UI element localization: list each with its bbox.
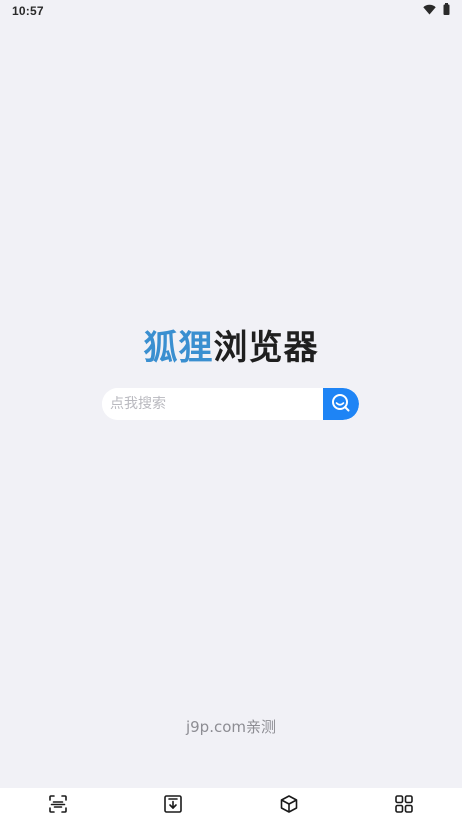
logo-accent-text: 狐狸	[143, 328, 214, 368]
wifi-icon	[423, 2, 436, 20]
download-icon	[163, 794, 183, 817]
scan-button[interactable]	[0, 788, 116, 823]
status-icons	[423, 2, 450, 20]
grid-icon	[394, 794, 414, 817]
battery-icon	[443, 2, 450, 20]
search-bar	[102, 388, 359, 420]
search-icon	[330, 392, 352, 417]
cube-icon	[279, 794, 299, 817]
search-button[interactable]	[323, 388, 359, 420]
status-time: 10:57	[12, 4, 44, 18]
watermark-text: j9p.com亲测	[185, 718, 277, 736]
search-input[interactable]	[102, 388, 323, 420]
download-button[interactable]	[116, 788, 232, 823]
apps-grid-button[interactable]	[347, 788, 462, 823]
browser-logo: 狐狸 浏览器	[0, 326, 462, 370]
scan-icon	[48, 794, 68, 817]
logo-main-text: 浏览器	[213, 328, 319, 368]
bottom-nav-bar	[0, 788, 462, 823]
cube-button[interactable]	[231, 788, 347, 823]
status-bar: 10:57	[0, 0, 462, 22]
